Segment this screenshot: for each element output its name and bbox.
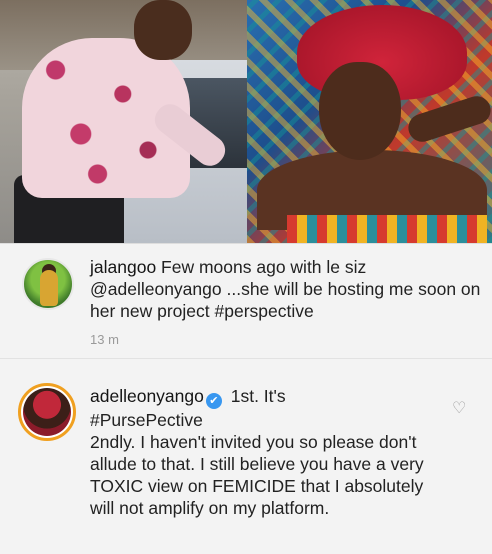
- comment-text-line2: #PursePective: [90, 410, 203, 430]
- photo-man-by-car: [0, 0, 247, 243]
- username-link[interactable]: adelleonyango: [90, 386, 204, 406]
- comment-jalangoo: jalangoo Few moons ago with le siz @adel…: [0, 243, 492, 358]
- comment-body: jalangoo Few moons ago with le siz @adel…: [90, 256, 485, 322]
- comment-adelleonyango: adelleonyango ✔ 1st. It's #PursePective 2…: [0, 358, 492, 554]
- avatar-story-ring[interactable]: [18, 383, 76, 441]
- like-heart-icon[interactable]: ♡: [452, 399, 470, 417]
- comment-text-line1: 1st. It's: [230, 386, 286, 406]
- photo-collage: [0, 0, 492, 243]
- comment-timestamp: 13 m: [90, 332, 119, 347]
- verified-badge-icon: ✔: [205, 393, 222, 409]
- comment-body: adelleonyango ✔ 1st. It's #PursePective 2…: [90, 385, 450, 519]
- photo-woman-headwrap: [247, 0, 492, 243]
- comment-text: 2ndly. I haven't invited you so please d…: [90, 432, 424, 518]
- avatar[interactable]: [22, 258, 74, 310]
- username-link[interactable]: jalangoo: [90, 257, 156, 277]
